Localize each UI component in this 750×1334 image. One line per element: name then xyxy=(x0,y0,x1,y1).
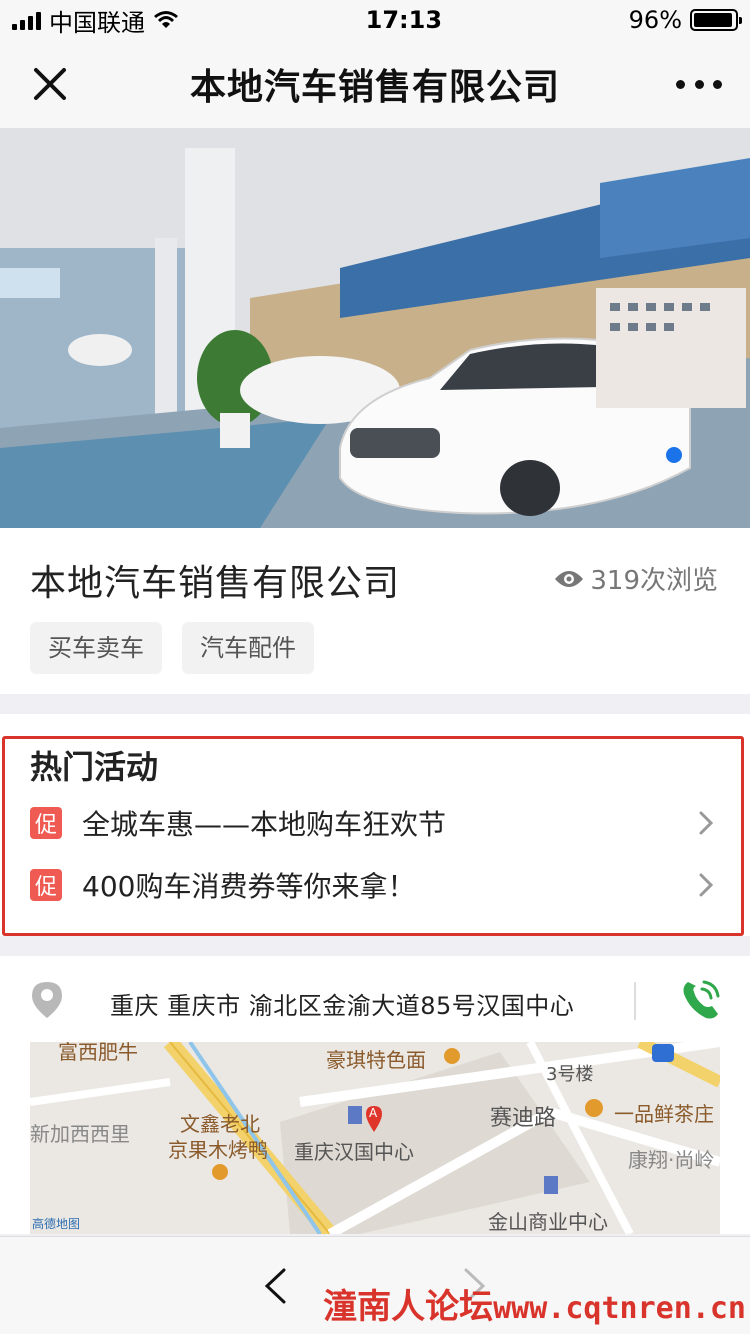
map-poi: 京果木烤鸭 xyxy=(168,1138,268,1162)
hot-activities: 热门活动 促 全城车惠——本地购车狂欢节 促 400购车消费券等你来拿！ xyxy=(0,714,750,936)
activity-item[interactable]: 促 全城车惠——本地购车狂欢节 xyxy=(30,800,720,846)
status-bar: 中国联通 17:13 96% xyxy=(0,0,750,40)
map-poi: 豪琪特色面 xyxy=(326,1048,426,1072)
address-text[interactable]: 重庆 重庆市 渝北区金渝大道85号汉国中心 xyxy=(110,986,574,1021)
bottom-toolbar: 潼南人论坛www.cqtnren.cn xyxy=(0,1236,750,1334)
battery-percent: 96% xyxy=(628,6,682,34)
status-left: 中国联通 xyxy=(12,3,179,38)
tag-car-parts[interactable]: 汽车配件 xyxy=(182,622,314,674)
eye-icon xyxy=(555,570,584,587)
battery-icon xyxy=(690,9,742,31)
map-poi: 康翔·尚岭 xyxy=(628,1148,715,1172)
view-count-text: 319次浏览 xyxy=(590,566,718,596)
divider xyxy=(634,982,636,1020)
tag-buy-sell-cars[interactable]: 买车卖车 xyxy=(30,622,162,674)
view-count: 319次浏览 xyxy=(554,560,718,597)
showroom-image xyxy=(0,128,750,528)
status-right: 96% xyxy=(628,6,742,34)
location-map[interactable]: 富西肥牛 豪琪特色面 3号楼 赛迪路 一品鲜茶庄 新加西西里 文鑫老北 京果木烤… xyxy=(30,1042,720,1234)
map-logo: 高德地图 xyxy=(32,1217,81,1231)
battery-fill xyxy=(694,13,733,27)
address-section: 重庆 重庆市 渝北区金渝大道85号汉国中心 富西肥牛 豪琪特色面 3号楼 赛迪路… xyxy=(0,956,750,1234)
map-poi: 文鑫老北 xyxy=(180,1112,260,1136)
more-icon[interactable] xyxy=(676,70,722,98)
section-title: 热门活动 xyxy=(30,748,159,786)
promo-badge: 促 xyxy=(30,807,62,839)
map-poi: 3号楼 xyxy=(546,1064,594,1085)
location-pin-icon xyxy=(32,982,62,1018)
map-poi: 富西肥牛 xyxy=(58,1042,138,1064)
phone-icon[interactable] xyxy=(680,978,722,1022)
map-marker-label: A xyxy=(369,1106,378,1120)
wifi-icon xyxy=(154,11,178,28)
promo-badge: 促 xyxy=(30,869,62,901)
store-name: 本地汽车销售有限公司 xyxy=(30,563,401,604)
map-poi: 金山商业中心 xyxy=(488,1210,608,1234)
map-poi: 重庆汉国中心 xyxy=(294,1140,414,1164)
nav-bar: 本地汽车销售有限公司 xyxy=(0,40,750,128)
activity-item[interactable]: 促 400购车消费券等你来拿！ xyxy=(30,862,720,908)
close-icon[interactable] xyxy=(28,62,72,106)
store-info: 本地汽车销售有限公司 319次浏览 买车卖车 汽车配件 xyxy=(0,528,750,694)
watermark: 潼南人论坛www.cqtnren.cn xyxy=(323,1279,746,1328)
tag-list: 买车卖车 汽车配件 xyxy=(30,622,314,674)
watermark-cn: 潼南人论坛 xyxy=(323,1287,494,1327)
map-poi: 一品鲜茶庄 xyxy=(614,1102,714,1126)
clock: 17:13 xyxy=(365,6,443,34)
watermark-url: www.cqtnren.cn xyxy=(493,1291,746,1326)
map-poi: 新加西西里 xyxy=(30,1122,130,1146)
hero-carousel[interactable] xyxy=(0,128,750,528)
page-title: 本地汽车销售有限公司 xyxy=(189,67,560,108)
back-arrow-icon[interactable] xyxy=(262,1267,288,1305)
signal-icon xyxy=(12,10,41,30)
map-road-label: 赛迪路 xyxy=(490,1106,557,1131)
chevron-right-icon xyxy=(699,873,714,897)
activity-title: 全城车惠——本地购车狂欢节 xyxy=(82,808,447,841)
carrier-label: 中国联通 xyxy=(49,8,145,37)
activity-title: 400购车消费券等你来拿！ xyxy=(82,870,416,903)
carousel-indicator[interactable] xyxy=(666,447,682,463)
chevron-right-icon xyxy=(699,811,714,835)
